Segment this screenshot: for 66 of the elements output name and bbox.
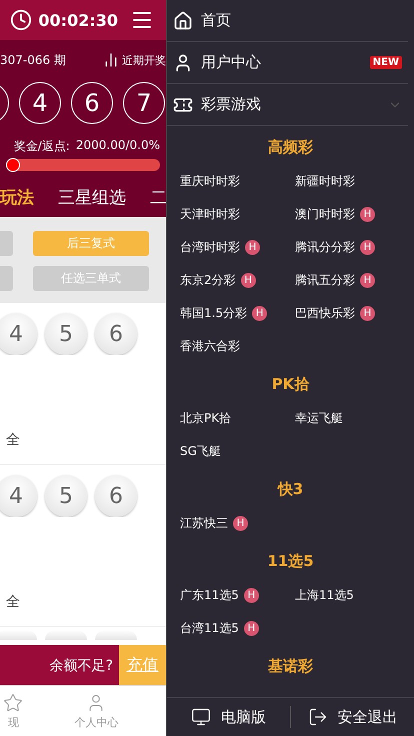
hot-badge: H bbox=[244, 621, 259, 636]
drawer-menu-item[interactable]: 首页 bbox=[167, 0, 408, 42]
monitor-icon bbox=[191, 707, 211, 727]
issue-number: 307-066 期 bbox=[0, 52, 66, 68]
footer-button[interactable]: 安全退出 bbox=[291, 707, 414, 727]
section-title: 快3 bbox=[276, 479, 304, 500]
section-title: PK拾 bbox=[270, 374, 310, 395]
select-all-option[interactable]: 全 bbox=[6, 432, 20, 448]
drawer-menu-item[interactable]: 彩票游戏 bbox=[167, 84, 408, 126]
section-title: 基诺彩 bbox=[267, 656, 314, 677]
drawer-menu-item[interactable]: 用户中心 NEW bbox=[167, 42, 408, 84]
hot-badge: H bbox=[360, 273, 375, 288]
lottery-item[interactable]: 北京PK拾 bbox=[180, 402, 295, 435]
hot-badge: H bbox=[360, 306, 375, 321]
lottery-item[interactable]: 台湾时时彩 H bbox=[180, 231, 295, 264]
lottery-item[interactable]: 江苏快三 H bbox=[180, 507, 295, 540]
section-title: 高频彩 bbox=[267, 137, 314, 158]
play-tab[interactable]: 二 bbox=[150, 186, 166, 208]
prize-value: 2000.00/0.0% bbox=[76, 138, 160, 154]
lottery-item[interactable]: 东京2分彩 H bbox=[180, 264, 295, 297]
digit-ball[interactable]: 6 bbox=[95, 475, 137, 517]
digit-ball[interactable]: 4 bbox=[0, 475, 37, 517]
play-tab[interactable]: 三星组选 bbox=[58, 186, 126, 208]
hot-badge: H bbox=[360, 207, 375, 222]
logout-icon bbox=[308, 707, 328, 727]
history-link[interactable]: 近期开奖 bbox=[122, 52, 166, 68]
lottery-item[interactable]: SG飞艇 bbox=[180, 435, 295, 468]
hot-badge: H bbox=[245, 240, 260, 255]
lottery-item[interactable]: 香港六合彩 bbox=[180, 330, 295, 363]
hot-badge: H bbox=[252, 306, 268, 321]
rebate-slider[interactable] bbox=[6, 159, 160, 171]
clock-icon bbox=[10, 9, 32, 31]
lottery-item[interactable]: 广东11选5 H bbox=[180, 579, 295, 612]
prize-label: 奖金/返点: bbox=[14, 138, 70, 155]
star-icon bbox=[3, 692, 24, 712]
hot-badge: H bbox=[360, 240, 375, 255]
lottery-item[interactable]: 天津时时彩 bbox=[180, 198, 295, 231]
result-ball: 7 bbox=[123, 82, 165, 124]
slider-thumb[interactable] bbox=[6, 158, 20, 172]
balance-warning: 余额不足? bbox=[50, 656, 113, 674]
chart-icon bbox=[103, 52, 119, 68]
lottery-item[interactable]: 腾讯五分彩 H bbox=[295, 264, 414, 297]
lottery-item[interactable]: 巴西快乐彩 H bbox=[295, 297, 414, 330]
digit-ball[interactable]: 5 bbox=[45, 313, 87, 355]
result-ball: 4 bbox=[19, 82, 61, 124]
lottery-item[interactable]: 幸运飞艇 bbox=[295, 402, 414, 435]
home-icon bbox=[173, 10, 193, 30]
hot-badge: H bbox=[244, 588, 259, 603]
lottery-item[interactable]: 重庆时时彩 bbox=[180, 165, 295, 198]
lottery-item[interactable]: 上海11选5 bbox=[295, 579, 414, 612]
lottery-item[interactable]: 澳门时时彩 H bbox=[295, 198, 414, 231]
lottery-item[interactable]: 台湾11选5 H bbox=[180, 612, 295, 645]
new-badge: NEW bbox=[370, 56, 402, 69]
result-ball: 6 bbox=[71, 82, 113, 124]
lottery-item[interactable]: 新疆时时彩 bbox=[295, 165, 414, 198]
lottery-item[interactable]: 韩国1.5分彩 H bbox=[180, 297, 295, 330]
digit-ball[interactable]: 5 bbox=[45, 475, 87, 517]
digit-ball[interactable]: 4 bbox=[0, 313, 37, 355]
section-title: 11选5 bbox=[266, 551, 315, 572]
countdown-time: 00:02:30 bbox=[38, 10, 118, 30]
select-all-option[interactable]: 全 bbox=[6, 594, 20, 610]
hot-badge: H bbox=[233, 516, 248, 531]
footer-button[interactable]: 电脑版 bbox=[167, 707, 290, 727]
lottery-item[interactable]: 腾讯分分彩 H bbox=[295, 231, 414, 264]
hot-badge: H bbox=[240, 273, 256, 288]
digit-ball[interactable]: 6 bbox=[95, 313, 137, 355]
